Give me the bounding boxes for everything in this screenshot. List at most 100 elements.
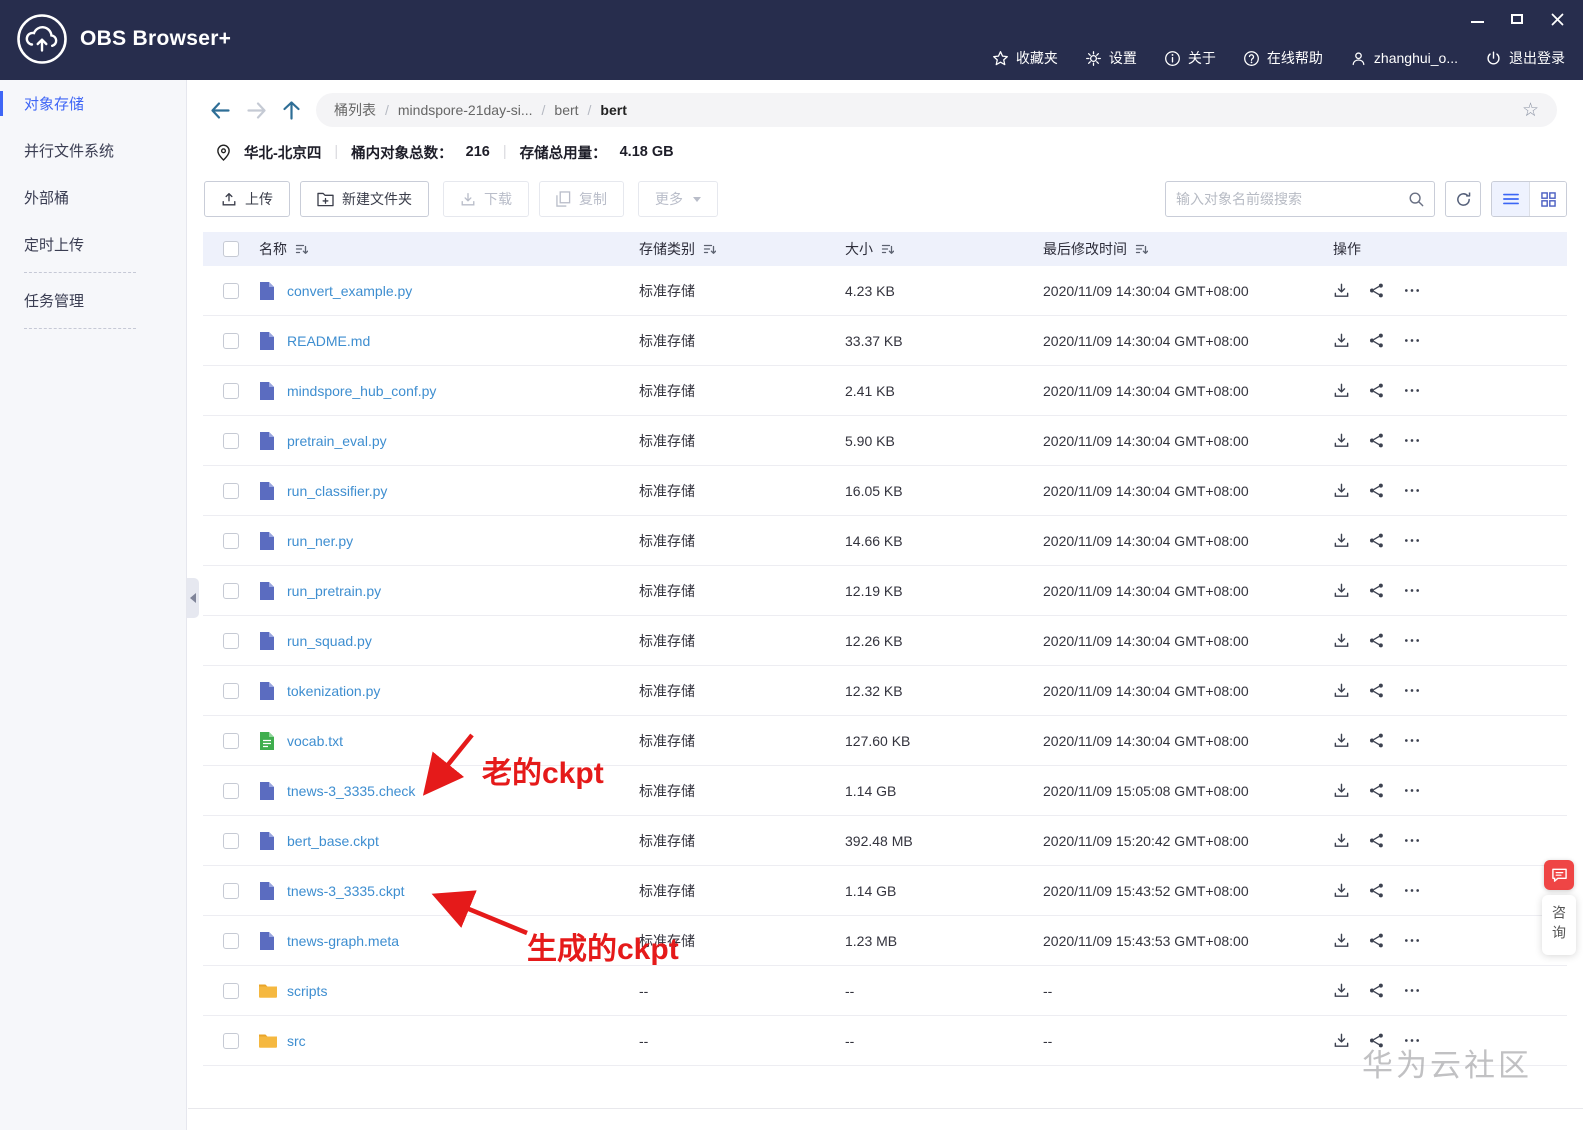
- table-row[interactable]: scripts -- -- --: [203, 966, 1567, 1016]
- row-more-icon[interactable]: [1403, 432, 1421, 449]
- table-row[interactable]: tnews-graph.meta 标准存储 1.23 MB 2020/11/09…: [203, 916, 1567, 966]
- row-share-icon[interactable]: [1368, 682, 1385, 699]
- search-icon[interactable]: [1408, 191, 1424, 207]
- object-name-link[interactable]: run_classifier.py: [287, 483, 387, 499]
- table-row[interactable]: README.md 标准存储 33.37 KB 2020/11/09 14:30…: [203, 316, 1567, 366]
- row-share-icon[interactable]: [1368, 932, 1385, 949]
- row-share-icon[interactable]: [1368, 332, 1385, 349]
- row-share-icon[interactable]: [1368, 432, 1385, 449]
- row-more-icon[interactable]: [1403, 982, 1421, 999]
- logout-menu-item[interactable]: 退出登录: [1485, 48, 1565, 68]
- breadcrumb-bucket-list[interactable]: 桶列表: [334, 100, 376, 120]
- new-folder-button[interactable]: 新建文件夹: [300, 181, 429, 217]
- row-more-icon[interactable]: [1403, 282, 1421, 299]
- list-view-button[interactable]: [1492, 182, 1529, 216]
- object-name-link[interactable]: README.md: [287, 333, 370, 349]
- online-help-menu-item[interactable]: 在线帮助: [1243, 48, 1323, 68]
- header-size[interactable]: 大小: [845, 239, 1043, 259]
- header-modified[interactable]: 最后修改时间: [1043, 239, 1321, 259]
- table-row[interactable]: run_pretrain.py 标准存储 12.19 KB 2020/11/09…: [203, 566, 1567, 616]
- row-checkbox[interactable]: [223, 882, 239, 899]
- row-share-icon[interactable]: [1368, 832, 1385, 849]
- object-name-link[interactable]: src: [287, 1033, 306, 1049]
- refresh-button[interactable]: [1445, 181, 1481, 217]
- sidebar-item-task-management[interactable]: 任务管理: [0, 277, 186, 324]
- row-share-icon[interactable]: [1368, 982, 1385, 999]
- favorites-menu-item[interactable]: 收藏夹: [992, 48, 1058, 68]
- object-name-link[interactable]: pretrain_eval.py: [287, 433, 387, 449]
- row-download-icon[interactable]: [1333, 682, 1350, 699]
- table-row[interactable]: tnews-3_3335.ckpt 标准存储 1.14 GB 2020/11/0…: [203, 866, 1567, 916]
- row-checkbox[interactable]: [223, 532, 239, 549]
- row-share-icon[interactable]: [1368, 382, 1385, 399]
- row-share-icon[interactable]: [1368, 882, 1385, 899]
- row-share-icon[interactable]: [1368, 782, 1385, 799]
- sidebar-item-parallel-fs[interactable]: 并行文件系统: [0, 127, 186, 174]
- row-download-icon[interactable]: [1333, 632, 1350, 649]
- row-download-icon[interactable]: [1333, 932, 1350, 949]
- object-name-link[interactable]: run_pretrain.py: [287, 583, 381, 599]
- row-checkbox[interactable]: [223, 932, 239, 949]
- row-more-icon[interactable]: [1403, 682, 1421, 699]
- table-row[interactable]: tokenization.py 标准存储 12.32 KB 2020/11/09…: [203, 666, 1567, 716]
- row-checkbox[interactable]: [223, 582, 239, 599]
- copy-button[interactable]: 复制: [539, 181, 624, 217]
- object-name-link[interactable]: run_squad.py: [287, 633, 372, 649]
- breadcrumb-bucket[interactable]: mindspore-21day-si...: [398, 102, 533, 118]
- settings-menu-item[interactable]: 设置: [1085, 48, 1137, 68]
- header-name[interactable]: 名称: [259, 239, 308, 259]
- row-checkbox[interactable]: [223, 732, 239, 749]
- select-all-checkbox[interactable]: [223, 241, 239, 257]
- object-name-link[interactable]: run_ner.py: [287, 533, 353, 549]
- row-download-icon[interactable]: [1333, 482, 1350, 499]
- row-checkbox[interactable]: [223, 482, 239, 499]
- row-share-icon[interactable]: [1368, 482, 1385, 499]
- row-share-icon[interactable]: [1368, 582, 1385, 599]
- back-button[interactable]: [210, 101, 231, 120]
- object-name-link[interactable]: tnews-3_3335.ckpt: [287, 883, 405, 899]
- object-name-link[interactable]: vocab.txt: [287, 733, 343, 749]
- row-more-icon[interactable]: [1403, 632, 1421, 649]
- row-checkbox[interactable]: [223, 982, 239, 999]
- row-checkbox[interactable]: [223, 682, 239, 699]
- row-more-icon[interactable]: [1403, 382, 1421, 399]
- grid-view-button[interactable]: [1529, 182, 1566, 216]
- table-row[interactable]: mindspore_hub_conf.py 标准存储 2.41 KB 2020/…: [203, 366, 1567, 416]
- row-more-icon[interactable]: [1403, 582, 1421, 599]
- row-download-icon[interactable]: [1333, 432, 1350, 449]
- row-more-icon[interactable]: [1403, 832, 1421, 849]
- search-input[interactable]: [1176, 191, 1408, 207]
- row-download-icon[interactable]: [1333, 732, 1350, 749]
- download-button[interactable]: 下载: [443, 181, 529, 217]
- sidebar-item-external-bucket[interactable]: 外部桶: [0, 174, 186, 221]
- row-more-icon[interactable]: [1403, 882, 1421, 899]
- row-share-icon[interactable]: [1368, 732, 1385, 749]
- object-name-link[interactable]: mindspore_hub_conf.py: [287, 383, 436, 399]
- table-row[interactable]: pretrain_eval.py 标准存储 5.90 KB 2020/11/09…: [203, 416, 1567, 466]
- row-checkbox[interactable]: [223, 632, 239, 649]
- row-checkbox[interactable]: [223, 1032, 239, 1049]
- row-download-icon[interactable]: [1333, 582, 1350, 599]
- more-button[interactable]: 更多: [638, 181, 718, 217]
- row-share-icon[interactable]: [1368, 282, 1385, 299]
- sidebar-collapse-handle[interactable]: [187, 578, 199, 618]
- sidebar-item-object-storage[interactable]: 对象存储: [0, 80, 186, 127]
- row-more-icon[interactable]: [1403, 782, 1421, 799]
- row-checkbox[interactable]: [223, 282, 239, 299]
- upload-button[interactable]: 上传: [204, 181, 290, 217]
- row-checkbox[interactable]: [223, 832, 239, 849]
- row-more-icon[interactable]: [1403, 532, 1421, 549]
- object-name-link[interactable]: convert_example.py: [287, 283, 412, 299]
- table-row[interactable]: bert_base.ckpt 标准存储 392.48 MB 2020/11/09…: [203, 816, 1567, 866]
- row-more-icon[interactable]: [1403, 732, 1421, 749]
- row-download-icon[interactable]: [1333, 332, 1350, 349]
- object-name-link[interactable]: tokenization.py: [287, 683, 380, 699]
- row-share-icon[interactable]: [1368, 532, 1385, 549]
- row-download-icon[interactable]: [1333, 532, 1350, 549]
- object-name-link[interactable]: tnews-3_3335.check: [287, 783, 415, 799]
- object-name-link[interactable]: scripts: [287, 983, 327, 999]
- object-name-link[interactable]: tnews-graph.meta: [287, 933, 399, 949]
- sidebar-item-scheduled-upload[interactable]: 定时上传: [0, 221, 186, 268]
- row-checkbox[interactable]: [223, 382, 239, 399]
- favorite-star-icon[interactable]: ☆: [1522, 99, 1539, 121]
